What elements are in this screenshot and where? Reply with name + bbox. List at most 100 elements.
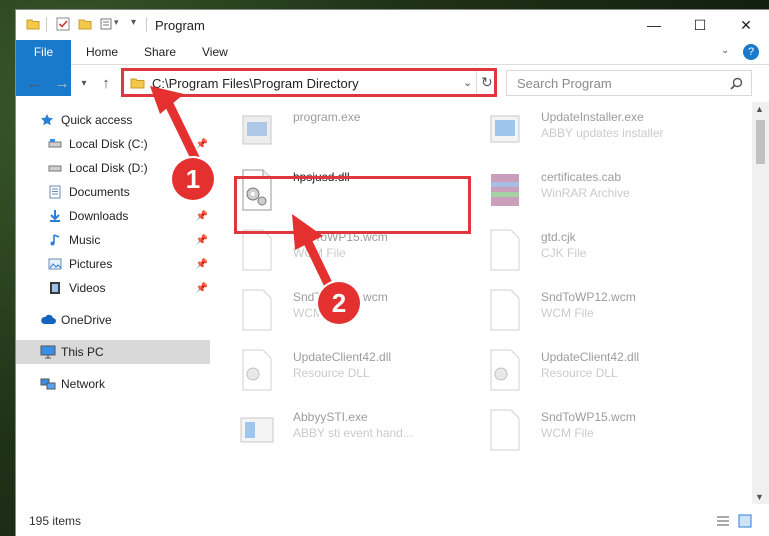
item-count: 195 items (29, 514, 82, 528)
maximize-button[interactable]: ☐ (677, 10, 723, 40)
file-icon (490, 289, 520, 331)
file-list: program.exe UpdateInstaller.exe ABBY upd… (231, 102, 746, 506)
scroll-down-icon[interactable]: ▼ (755, 492, 764, 502)
file-name: gtd.cjk (541, 230, 576, 244)
pin-icon[interactable]: 📌 (196, 283, 208, 294)
file-item[interactable]: program.exe (231, 104, 471, 160)
file-item[interactable]: UpdateInstaller.exe ABBY updates install… (479, 104, 719, 160)
videos-icon (50, 282, 60, 294)
sidebar-item-label: Network (61, 377, 106, 391)
separator (146, 17, 147, 32)
ribbon-tabs: File Home Share View ⌄ ? (16, 40, 769, 96)
network-icon (40, 378, 56, 390)
file-item[interactable]: UpdateClient42.dll Resource DLL (231, 344, 471, 400)
file-name: UpdateClient42.dll (293, 350, 392, 364)
quick-access-dropdown-icon[interactable]: ▾ (131, 17, 136, 28)
file-description: WCM File (293, 246, 346, 260)
sidebar-item-onedrive[interactable]: OneDrive (16, 308, 210, 332)
address-highlight-box (121, 68, 497, 97)
sidebar-item-music[interactable]: Music 📌 (16, 228, 210, 252)
file-description: WCM File (541, 426, 594, 440)
dll-icon (242, 349, 272, 391)
search-placeholder: Search Program (517, 76, 612, 91)
sidebar-item-network[interactable]: Network (16, 372, 210, 396)
pin-icon[interactable]: 📌 (196, 139, 208, 150)
file-item[interactable]: gtd.cjk CJK File (479, 224, 719, 280)
file-item[interactable]: SndToWP12.wcm WCM File (479, 284, 719, 340)
window-title: Program (155, 18, 205, 33)
file-icon (242, 229, 272, 271)
tab-home[interactable]: Home (86, 40, 118, 64)
file-icon (490, 409, 520, 451)
sidebar-item-label: Music (69, 233, 101, 247)
archive-icon (491, 174, 519, 206)
forward-button[interactable]: → (52, 74, 72, 94)
file-name: certificates.cab (541, 170, 622, 184)
callout-badge-one: 1 (172, 158, 214, 200)
back-button[interactable]: ← (24, 74, 44, 94)
navigation-bar: ← → ▾ ↑ C:\Program Files\Program Directo… (16, 68, 769, 98)
download-icon (50, 210, 60, 222)
details-view-icon[interactable] (716, 514, 730, 528)
file-item[interactable]: certificates.cab WinRAR Archive (479, 164, 719, 220)
sidebar-item-quick-access[interactable]: Quick access (16, 108, 210, 132)
exe-icon (240, 417, 274, 443)
properties-icon[interactable] (56, 17, 70, 31)
scrollbar[interactable]: ▲ ▼ (752, 102, 769, 504)
file-item[interactable]: UpdateClient42.dll Resource DLL (479, 344, 719, 400)
file-description: WinRAR Archive (541, 186, 630, 200)
pin-icon[interactable]: 📌 (196, 259, 208, 270)
scroll-thumb[interactable] (756, 120, 765, 164)
sidebar-item-label: Videos (69, 281, 106, 295)
file-name: SndToWP15.wcm (541, 410, 636, 424)
sidebar-item-label: OneDrive (61, 313, 112, 327)
close-button[interactable]: ✕ (723, 10, 769, 40)
file-description: CJK File (541, 246, 587, 260)
sidebar-item-label: Quick access (61, 113, 133, 127)
recent-locations-button[interactable]: ▾ (74, 74, 94, 94)
callout-badge-two: 2 (318, 282, 360, 324)
folder-icon (26, 19, 40, 30)
file-highlight-box (234, 176, 471, 234)
tab-share[interactable]: Share (144, 40, 176, 64)
file-description: Resource DLL (293, 366, 370, 380)
sidebar-item-videos[interactable]: Videos 📌 (16, 276, 210, 300)
dll-icon (490, 349, 520, 391)
file-item[interactable]: SndToWP15.wcm WCM File (479, 404, 719, 460)
search-icon[interactable] (730, 77, 743, 90)
file-icon (490, 229, 520, 271)
music-icon (50, 234, 60, 246)
sidebar-item-this-pc[interactable]: This PC (16, 340, 210, 364)
minimize-button[interactable]: — (631, 10, 677, 40)
up-button[interactable]: ↑ (96, 74, 116, 94)
explorer-window: ▾ ▾ Program — ☐ ✕ File Home Share View ⌄… (16, 10, 769, 536)
sidebar-item-label: Pictures (69, 257, 113, 271)
file-description: Resource DLL (541, 366, 618, 380)
new-folder-icon[interactable] (78, 17, 92, 31)
star-icon (41, 114, 53, 126)
drive-icon (48, 139, 62, 148)
status-bar: 195 items (16, 506, 769, 536)
separator (46, 17, 47, 32)
pictures-icon (48, 258, 62, 270)
customize-toolbar-icon[interactable] (100, 17, 114, 31)
tab-view[interactable]: View (202, 40, 228, 64)
help-button[interactable]: ? (743, 44, 759, 60)
large-icons-view-icon[interactable] (738, 514, 752, 528)
file-name: SndToWP12.wcm (541, 290, 636, 304)
expand-ribbon-icon[interactable]: ⌄ (721, 45, 729, 56)
file-item[interactable]: AbbyySTI.exe ABBY sti event hand... (231, 404, 471, 460)
sidebar-item-label: Downloads (69, 209, 129, 223)
file-name: UpdateInstaller.exe (541, 110, 644, 124)
pin-icon[interactable]: 📌 (196, 235, 208, 246)
sidebar-item-pictures[interactable]: Pictures 📌 (16, 252, 210, 276)
documents-icon (49, 185, 61, 199)
sidebar-item-downloads[interactable]: Downloads 📌 (16, 204, 210, 228)
pin-icon[interactable]: 📌 (196, 211, 208, 222)
scroll-up-icon[interactable]: ▲ (755, 104, 764, 114)
file-name: UpdateClient42.dll (541, 350, 640, 364)
sidebar-item-local-disk-c[interactable]: Local Disk (C:) 📌 (16, 132, 210, 156)
search-box[interactable]: Search Program (506, 70, 752, 96)
chevron-down-icon[interactable]: ▾ (114, 17, 119, 28)
sidebar-item-label: This PC (61, 345, 104, 359)
